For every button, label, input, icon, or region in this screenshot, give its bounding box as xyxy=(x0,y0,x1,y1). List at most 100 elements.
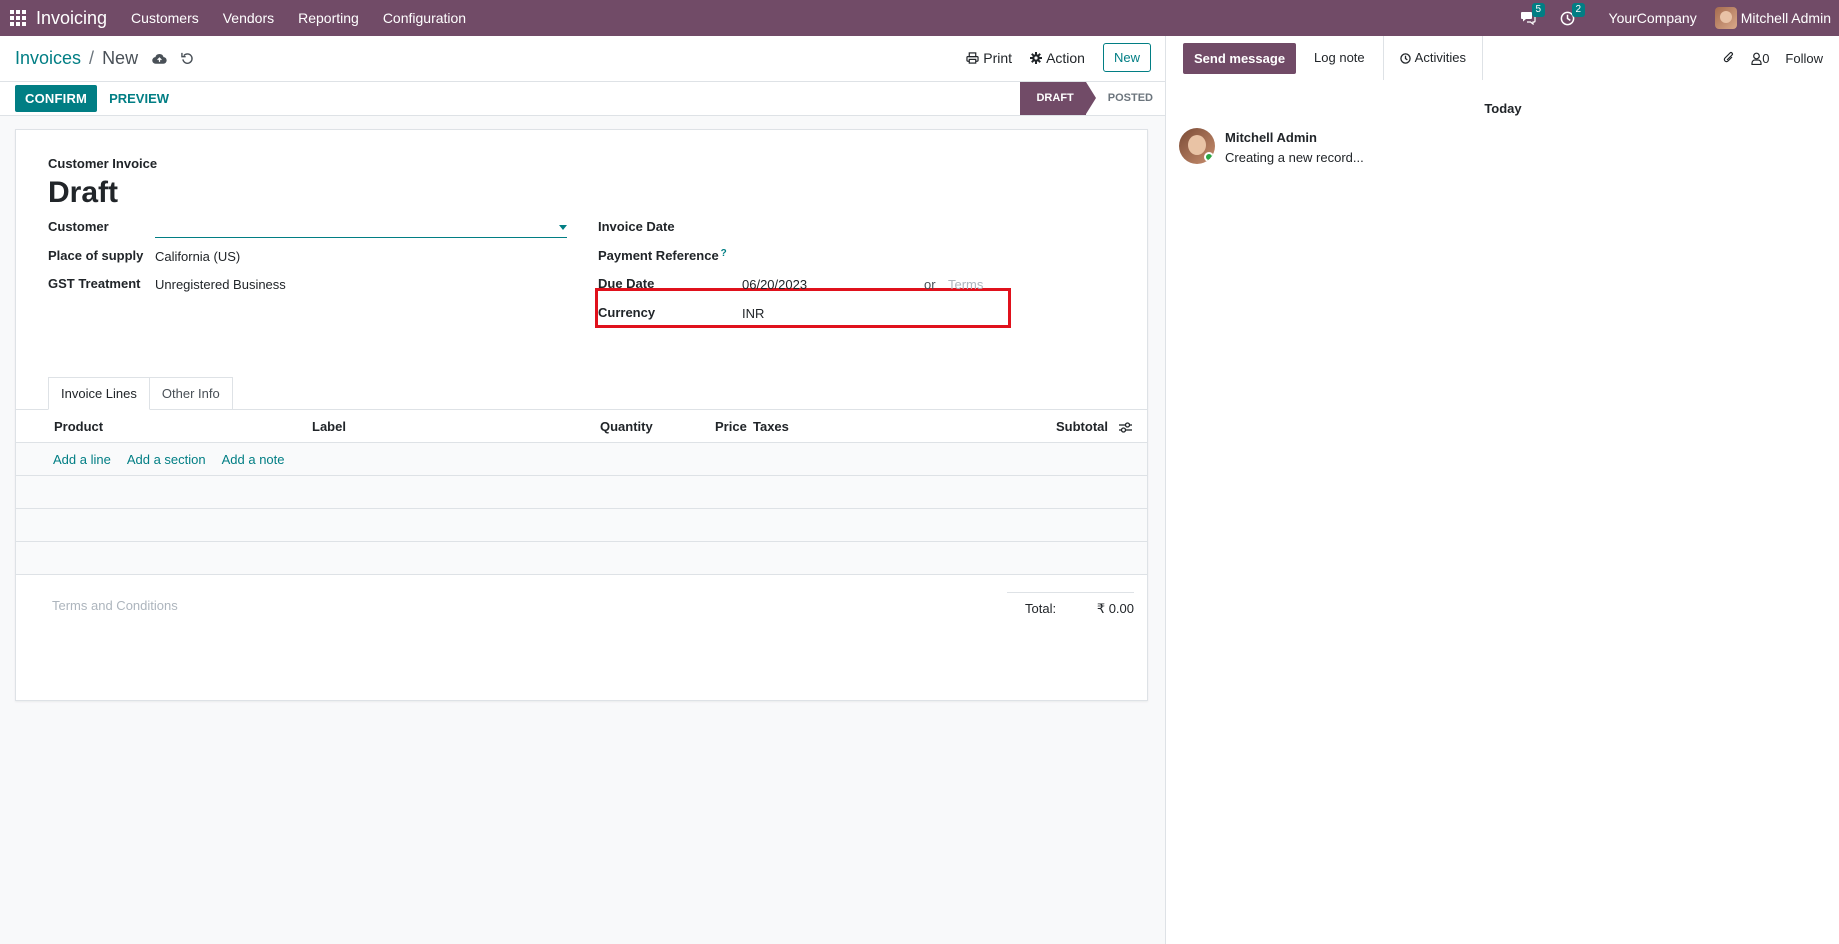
empty-row xyxy=(16,476,1147,509)
activities-button-chatter[interactable]: Activities xyxy=(1384,36,1483,80)
currency-value[interactable]: INR xyxy=(742,306,764,321)
print-label: Print xyxy=(983,49,1013,66)
help-icon[interactable]: ? xyxy=(721,248,727,259)
menu-customers[interactable]: Customers xyxy=(119,0,211,36)
form-subtitle: Customer Invoice xyxy=(48,156,158,171)
terms-and-conditions-input[interactable]: Terms and Conditions xyxy=(52,598,178,613)
control-panel: Invoices / New Print Action New xyxy=(0,36,1165,82)
action-button[interactable]: Action xyxy=(1030,50,1085,66)
total-value: ₹ 0.00 xyxy=(1096,601,1134,616)
payment-terms-input[interactable]: Terms xyxy=(948,277,983,292)
form-title: Draft xyxy=(48,176,119,209)
gst-treatment-label: GST Treatment xyxy=(48,276,141,291)
user-avatar xyxy=(1714,7,1737,29)
payment-reference-text: Payment Reference xyxy=(598,248,719,263)
place-of-supply-value[interactable]: California (US) xyxy=(155,249,240,264)
table-header: Product Label Quantity Price Taxes Subto… xyxy=(16,410,1147,443)
new-button[interactable]: New xyxy=(1102,43,1151,72)
breadcrumb-current: New xyxy=(102,48,139,68)
gst-treatment-value[interactable]: Unregistered Business xyxy=(155,277,286,292)
chatter-topbar: Send message Log note Activities 0 Follo… xyxy=(1166,36,1839,80)
message-text: Creating a new record... xyxy=(1225,150,1364,165)
add-section-link[interactable]: Add a section xyxy=(127,452,206,467)
confirm-button[interactable]: CONFIRM xyxy=(15,85,98,112)
empty-row xyxy=(16,542,1147,575)
customer-label: Customer xyxy=(48,219,109,234)
due-date-highlight xyxy=(595,288,1011,328)
tab-other-info[interactable]: Other Info xyxy=(149,377,233,410)
save-cloud-icon[interactable] xyxy=(152,53,167,65)
header-product[interactable]: Product xyxy=(54,419,103,434)
chevron-down-icon[interactable] xyxy=(559,225,567,230)
preview-button[interactable]: PREVIEW xyxy=(99,85,179,112)
attachment-icon[interactable] xyxy=(1723,51,1735,65)
top-navbar: Invoicing Customers Vendors Reporting Co… xyxy=(0,0,1839,36)
messages-badge: 5 xyxy=(1531,3,1546,17)
message-author[interactable]: Mitchell Admin xyxy=(1225,130,1364,145)
due-date-input[interactable]: 06/20/2023 xyxy=(742,277,807,292)
gear-icon xyxy=(1030,51,1043,64)
user-icon xyxy=(1751,52,1762,65)
breadcrumb-separator: / xyxy=(89,48,95,68)
currency-label: Currency xyxy=(598,305,656,320)
payment-reference-label: Payment Reference? xyxy=(598,248,727,263)
invoice-lines-table: Product Label Quantity Price Taxes Subto… xyxy=(16,410,1147,575)
payment-reference-input[interactable] xyxy=(742,248,1002,266)
invoice-date-input[interactable] xyxy=(742,219,1002,237)
menu-vendors[interactable]: Vendors xyxy=(211,0,286,36)
send-message-button[interactable]: Send message xyxy=(1183,42,1297,74)
invoice-date-label: Invoice Date xyxy=(598,219,675,234)
customer-input[interactable] xyxy=(155,216,567,238)
print-button[interactable]: Print xyxy=(966,50,1012,66)
chatter-message: Mitchell Admin Creating a new record... xyxy=(1179,128,1364,165)
add-note-link[interactable]: Add a note xyxy=(222,452,285,467)
activities-button[interactable]: 2 xyxy=(1560,2,1586,26)
follow-button[interactable]: Follow xyxy=(1785,51,1823,66)
date-separator: Today xyxy=(1484,101,1522,116)
breadcrumb: Invoices / New xyxy=(15,48,138,69)
header-subtotal[interactable]: Subtotal xyxy=(1056,419,1108,434)
main-content: Invoices / New Print Action New CONFIRM … xyxy=(0,36,1165,944)
chatter-panel: Send message Log note Activities 0 Follo… xyxy=(1165,36,1839,944)
clock-icon xyxy=(1399,52,1411,64)
statusbar: CONFIRM PREVIEW DRAFT POSTED xyxy=(0,82,1165,116)
status-draft[interactable]: DRAFT xyxy=(1020,82,1097,115)
app-brand[interactable]: Invoicing xyxy=(36,8,107,29)
discard-undo-icon[interactable] xyxy=(181,52,194,65)
followers-button[interactable]: 0 xyxy=(1751,51,1769,66)
log-note-button[interactable]: Log note xyxy=(1296,36,1384,80)
add-line-link[interactable]: Add a line xyxy=(53,452,111,467)
optional-columns-icon[interactable] xyxy=(1119,421,1132,436)
online-status-icon xyxy=(1204,152,1214,162)
company-switcher[interactable]: YourCompany xyxy=(1609,10,1697,26)
print-icon xyxy=(966,51,979,64)
tab-invoice-lines[interactable]: Invoice Lines xyxy=(48,377,150,410)
user-name: Mitchell Admin xyxy=(1740,10,1831,26)
empty-row xyxy=(16,509,1147,542)
header-price[interactable]: Price xyxy=(715,419,747,434)
messages-button[interactable]: 5 xyxy=(1520,3,1546,25)
action-label: Action xyxy=(1046,49,1085,66)
author-avatar[interactable] xyxy=(1179,128,1215,164)
apps-menu-icon[interactable] xyxy=(0,0,36,36)
breadcrumb-invoices[interactable]: Invoices xyxy=(15,48,81,69)
or-text: or xyxy=(924,277,936,292)
status-posted[interactable]: POSTED xyxy=(1086,82,1165,115)
header-taxes[interactable]: Taxes xyxy=(753,419,789,434)
activities-label: Activities xyxy=(1414,50,1466,65)
total-summary: Total: ₹ 0.00 xyxy=(1007,592,1134,617)
place-of-supply-label: Place of supply xyxy=(48,248,144,263)
due-date-label: Due Date xyxy=(598,276,655,291)
menu-reporting[interactable]: Reporting xyxy=(286,0,371,36)
user-menu[interactable]: Mitchell Admin xyxy=(1714,7,1831,29)
main-menu: Customers Vendors Reporting Configuratio… xyxy=(119,0,478,36)
notebook-tabs: Invoice Lines Other Info xyxy=(48,377,233,410)
total-label: Total: xyxy=(1025,601,1057,616)
status-steps: DRAFT POSTED xyxy=(1020,82,1165,115)
activities-badge: 2 xyxy=(1571,2,1586,17)
menu-configuration[interactable]: Configuration xyxy=(371,0,478,36)
header-label[interactable]: Label xyxy=(312,419,346,434)
followers-count: 0 xyxy=(1762,50,1770,66)
header-quantity[interactable]: Quantity xyxy=(600,419,653,434)
form-sheet: Customer Invoice Draft Customer Place of… xyxy=(15,129,1148,701)
